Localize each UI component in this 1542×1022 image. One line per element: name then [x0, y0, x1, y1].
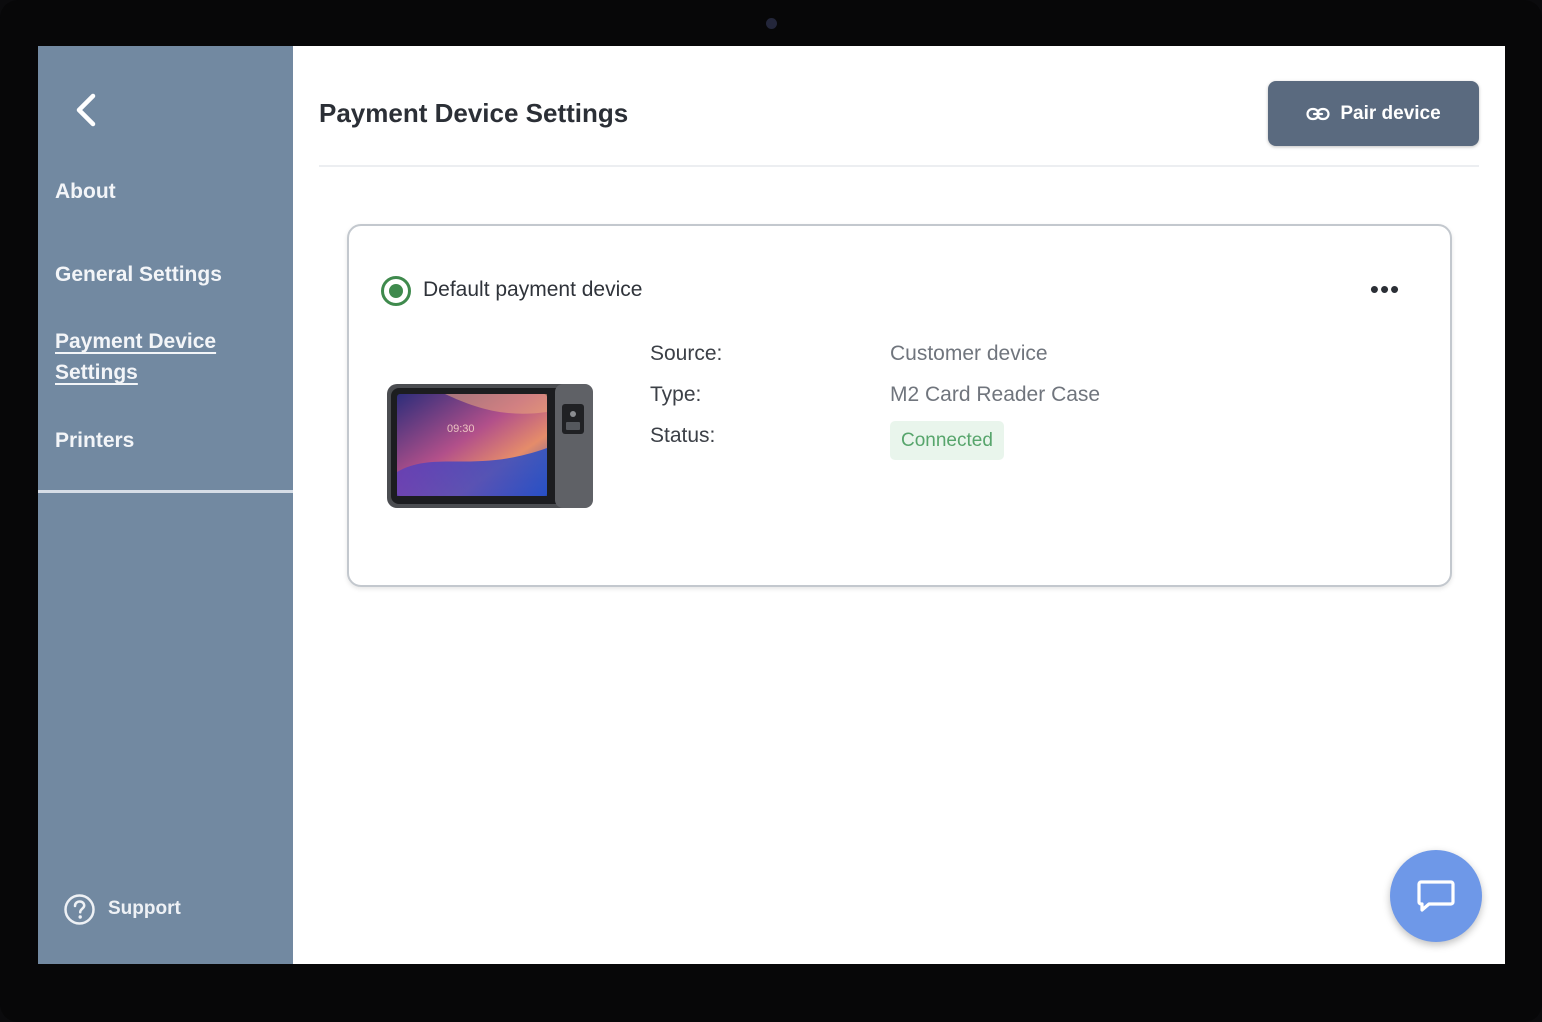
sidebar: About General Settings Payment Device Se… — [38, 46, 293, 964]
type-value: M2 Card Reader Case — [890, 383, 1101, 406]
device-card: Default payment device ••• 09:30 Source:… — [347, 224, 1452, 587]
device-screen-time: 09:30 — [447, 423, 475, 435]
app-screen: About General Settings Payment Device Se… — [38, 46, 1505, 964]
sidebar-item-general-settings[interactable]: General Settings — [55, 259, 275, 290]
default-device-label: Default payment device — [423, 278, 643, 301]
chevron-left-icon — [76, 93, 96, 127]
tablet-bezel: About General Settings Payment Device Se… — [0, 0, 1542, 1022]
pair-device-label: Pair device — [1340, 102, 1441, 124]
sidebar-item-printers[interactable]: Printers — [55, 425, 275, 456]
radio-selected-dot — [389, 284, 403, 298]
source-value: Customer device — [890, 342, 1048, 365]
sidebar-divider — [38, 490, 293, 493]
source-label: Source: — [650, 342, 723, 365]
page-title: Payment Device Settings — [319, 98, 629, 128]
chat-button[interactable] — [1390, 850, 1482, 942]
ellipsis-icon: ••• — [1369, 274, 1401, 304]
pair-device-button[interactable]: Pair device — [1268, 81, 1479, 146]
chat-bubble-icon — [1417, 880, 1455, 912]
support-link[interactable]: Support — [63, 892, 181, 926]
back-button[interactable] — [68, 92, 104, 128]
default-device-radio[interactable] — [381, 276, 411, 306]
card-reader-device-image: 09:30 — [387, 384, 593, 508]
header-divider — [319, 165, 1479, 167]
type-label: Type: — [650, 383, 702, 406]
link-icon — [1306, 107, 1330, 120]
status-badge: Connected — [890, 421, 1004, 460]
sidebar-item-about[interactable]: About — [55, 176, 275, 207]
sidebar-item-payment-device-settings[interactable]: Payment Device Settings — [55, 326, 245, 388]
camera-dot — [766, 18, 777, 29]
help-circle-icon — [64, 893, 95, 925]
support-label: Support — [108, 898, 181, 919]
status-label: Status: — [650, 424, 716, 447]
more-options-button[interactable]: ••• — [1361, 274, 1409, 304]
